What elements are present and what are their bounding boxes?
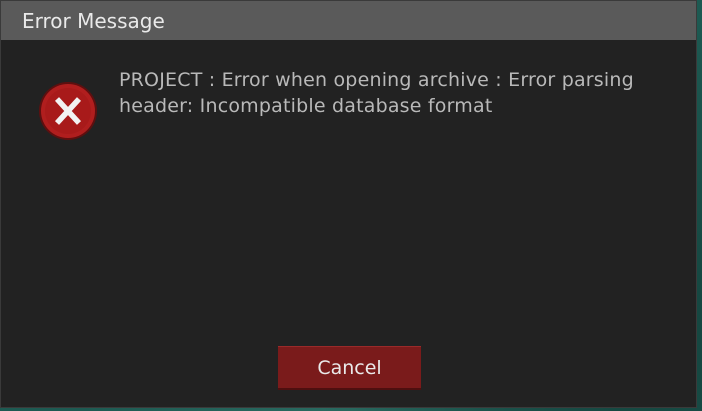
dialog-title: Error Message <box>22 9 165 33</box>
error-x-icon <box>39 82 97 140</box>
error-dialog: Error Message PROJECT : Error when openi… <box>0 0 697 408</box>
error-message-text: PROJECT : Error when opening archive : E… <box>119 69 634 117</box>
cancel-button[interactable]: Cancel <box>278 346 421 390</box>
dialog-titlebar[interactable]: Error Message <box>1 1 696 40</box>
